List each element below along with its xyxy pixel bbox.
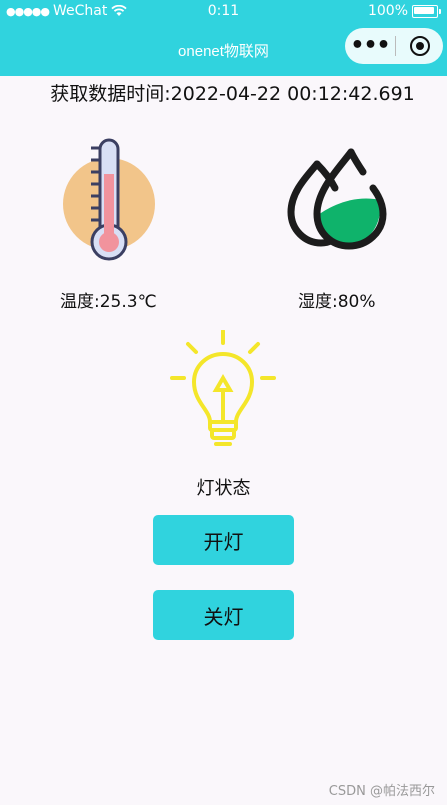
water-drops-icon — [287, 148, 387, 250]
light-on-button[interactable]: 开灯 — [153, 515, 294, 565]
humidity-label: 湿度:80% — [298, 292, 376, 312]
target-circle-icon — [409, 36, 430, 56]
watermark: CSDN @帕法西尔 — [328, 784, 435, 799]
status-bar: ●●●●● WeChat 0:11 100% — [0, 0, 447, 24]
lightbulb-icon — [170, 330, 276, 446]
header-bar: ●●●●● WeChat 0:11 100% onenet物联网 ••• — [0, 0, 447, 76]
battery-icon — [412, 4, 438, 18]
data-time-label: 获取数据时间:2022-04-22 00:12:42.691 — [50, 83, 415, 105]
temperature-label: 温度:25.3℃ — [60, 292, 157, 312]
more-dots-icon[interactable]: ••• — [345, 28, 395, 64]
light-status-label: 灯状态 — [196, 478, 251, 499]
thermometer-icon — [63, 138, 155, 261]
close-mini-program-button[interactable] — [396, 36, 443, 56]
capsule-menu: ••• — [345, 28, 443, 64]
battery-tip — [439, 8, 441, 14]
battery-percent: 100% — [367, 3, 408, 19]
light-off-button[interactable]: 关灯 — [153, 590, 294, 640]
